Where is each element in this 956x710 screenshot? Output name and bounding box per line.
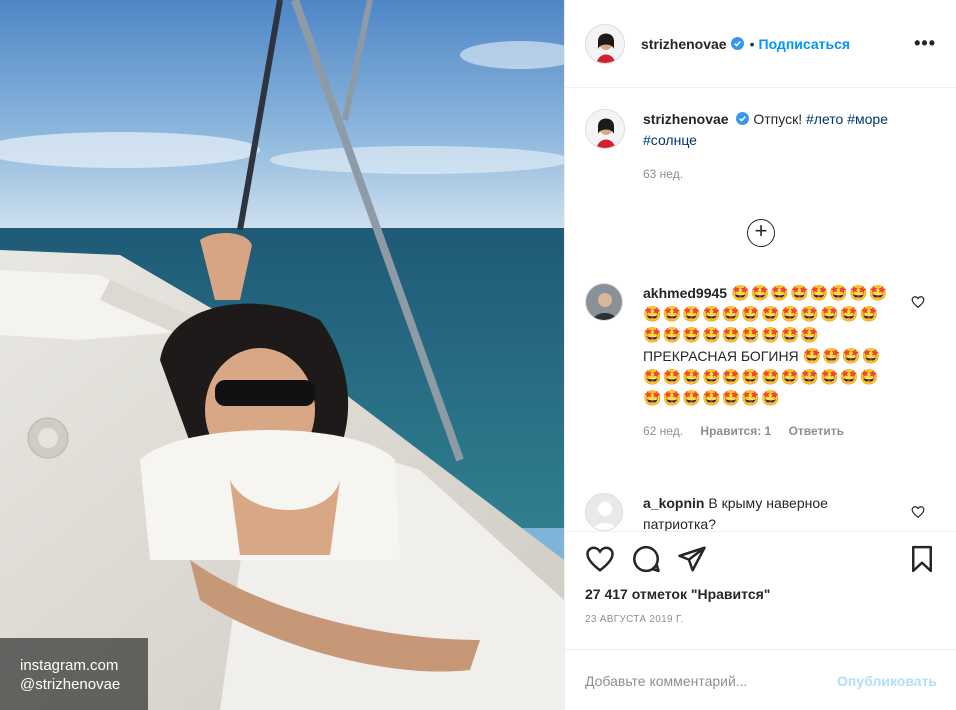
post-photo[interactable]: instagram.com @strizhenovae bbox=[0, 0, 564, 710]
hashtag-link[interactable]: #море bbox=[847, 111, 888, 127]
author-username[interactable]: strizhenovae bbox=[641, 36, 727, 52]
caption-body: strizhenovae Отпуск! #лето #море #солнце… bbox=[643, 109, 943, 185]
comment-username[interactable]: a_kopnin bbox=[643, 495, 704, 511]
caption-avatar-image bbox=[586, 110, 624, 148]
comment-likes[interactable]: Нравится: 1 bbox=[700, 424, 771, 438]
caption-text: Отпуск! bbox=[753, 111, 803, 127]
hashtag-link[interactable]: #солнце bbox=[643, 132, 697, 148]
more-options-icon[interactable]: ••• bbox=[914, 33, 936, 54]
author-avatar-image bbox=[586, 24, 624, 63]
comment-username[interactable]: akhmed9945 bbox=[643, 285, 727, 301]
comment-body: akhmed9945 🤩🤩🤩🤩🤩🤩🤩🤩🤩🤩🤩🤩🤩🤩🤩🤩🤩🤩🤩🤩🤩🤩🤩🤩🤩🤩🤩🤩🤩… bbox=[643, 283, 895, 442]
header-separator: • bbox=[749, 35, 755, 52]
publish-comment-button[interactable]: Опубликовать bbox=[837, 673, 937, 689]
like-comment-heart-icon[interactable] bbox=[911, 295, 925, 309]
watermark-site: instagram.com bbox=[20, 657, 119, 674]
caption-avatar[interactable] bbox=[585, 109, 625, 149]
comment-text: ПРЕКРАСНАЯ БОГИНЯ bbox=[643, 348, 799, 364]
photo-scene bbox=[0, 0, 564, 710]
hashtag-link[interactable]: #лето bbox=[806, 111, 843, 127]
post-date[interactable]: 23 АВГУСТА 2019 Г. bbox=[565, 602, 956, 625]
post-side-panel: strizhenovae • Подписаться ••• strizheno… bbox=[564, 0, 956, 710]
load-more-comments-button[interactable]: + bbox=[747, 219, 775, 247]
photo-watermark: instagram.com @strizhenovae bbox=[0, 638, 148, 710]
share-paper-plane-icon[interactable] bbox=[677, 544, 707, 574]
comment-item: a_kopnin В крыму наверное патриотка? bbox=[585, 493, 937, 531]
reply-button[interactable]: Ответить bbox=[789, 424, 844, 438]
comments-area[interactable]: strizhenovae Отпуск! #лето #море #солнце… bbox=[565, 89, 956, 531]
post-caption: strizhenovae Отпуск! #лето #море #солнце… bbox=[585, 109, 943, 185]
commenter-avatar-image bbox=[586, 284, 622, 320]
comment-input[interactable]: Добавьте комментарий... bbox=[585, 673, 747, 689]
verified-badge-icon bbox=[730, 37, 744, 50]
like-comment-heart-icon[interactable] bbox=[911, 505, 925, 519]
author-avatar[interactable] bbox=[585, 23, 625, 64]
comment-meta: 62 нед. Нравится: 1 Ответить bbox=[643, 421, 895, 442]
post-header: strizhenovae • Подписаться ••• bbox=[565, 0, 956, 88]
watermark-handle: @strizhenovae bbox=[20, 676, 121, 693]
save-bookmark-icon[interactable] bbox=[907, 544, 937, 574]
commenter-avatar[interactable] bbox=[585, 283, 623, 321]
follow-button[interactable]: Подписаться bbox=[759, 36, 851, 52]
caption-time[interactable]: 63 нед. bbox=[643, 164, 943, 185]
comment-bubble-icon[interactable] bbox=[631, 544, 661, 574]
comment-body: a_kopnin В крыму наверное патриотка? bbox=[643, 493, 895, 531]
action-icons-bar bbox=[565, 532, 956, 586]
post-actions-area: 27 417 отметок "Нравится" 23 АВГУСТА 201… bbox=[565, 531, 956, 689]
like-heart-icon[interactable] bbox=[585, 544, 615, 574]
caption-username[interactable]: strizhenovae bbox=[643, 111, 729, 127]
default-avatar-icon bbox=[586, 494, 622, 530]
commenter-avatar[interactable] bbox=[585, 493, 623, 531]
add-comment-bar: Добавьте комментарий... Опубликовать bbox=[565, 649, 956, 710]
likes-count[interactable]: 27 417 отметок "Нравится" bbox=[565, 586, 956, 602]
caption-verified-badge-icon bbox=[736, 112, 750, 125]
comment-item: akhmed9945 🤩🤩🤩🤩🤩🤩🤩🤩🤩🤩🤩🤩🤩🤩🤩🤩🤩🤩🤩🤩🤩🤩🤩🤩🤩🤩🤩🤩🤩… bbox=[585, 283, 937, 442]
instagram-post: instagram.com @strizhenovae strizhenovae… bbox=[0, 0, 956, 710]
comment-time[interactable]: 62 нед. bbox=[643, 424, 683, 438]
